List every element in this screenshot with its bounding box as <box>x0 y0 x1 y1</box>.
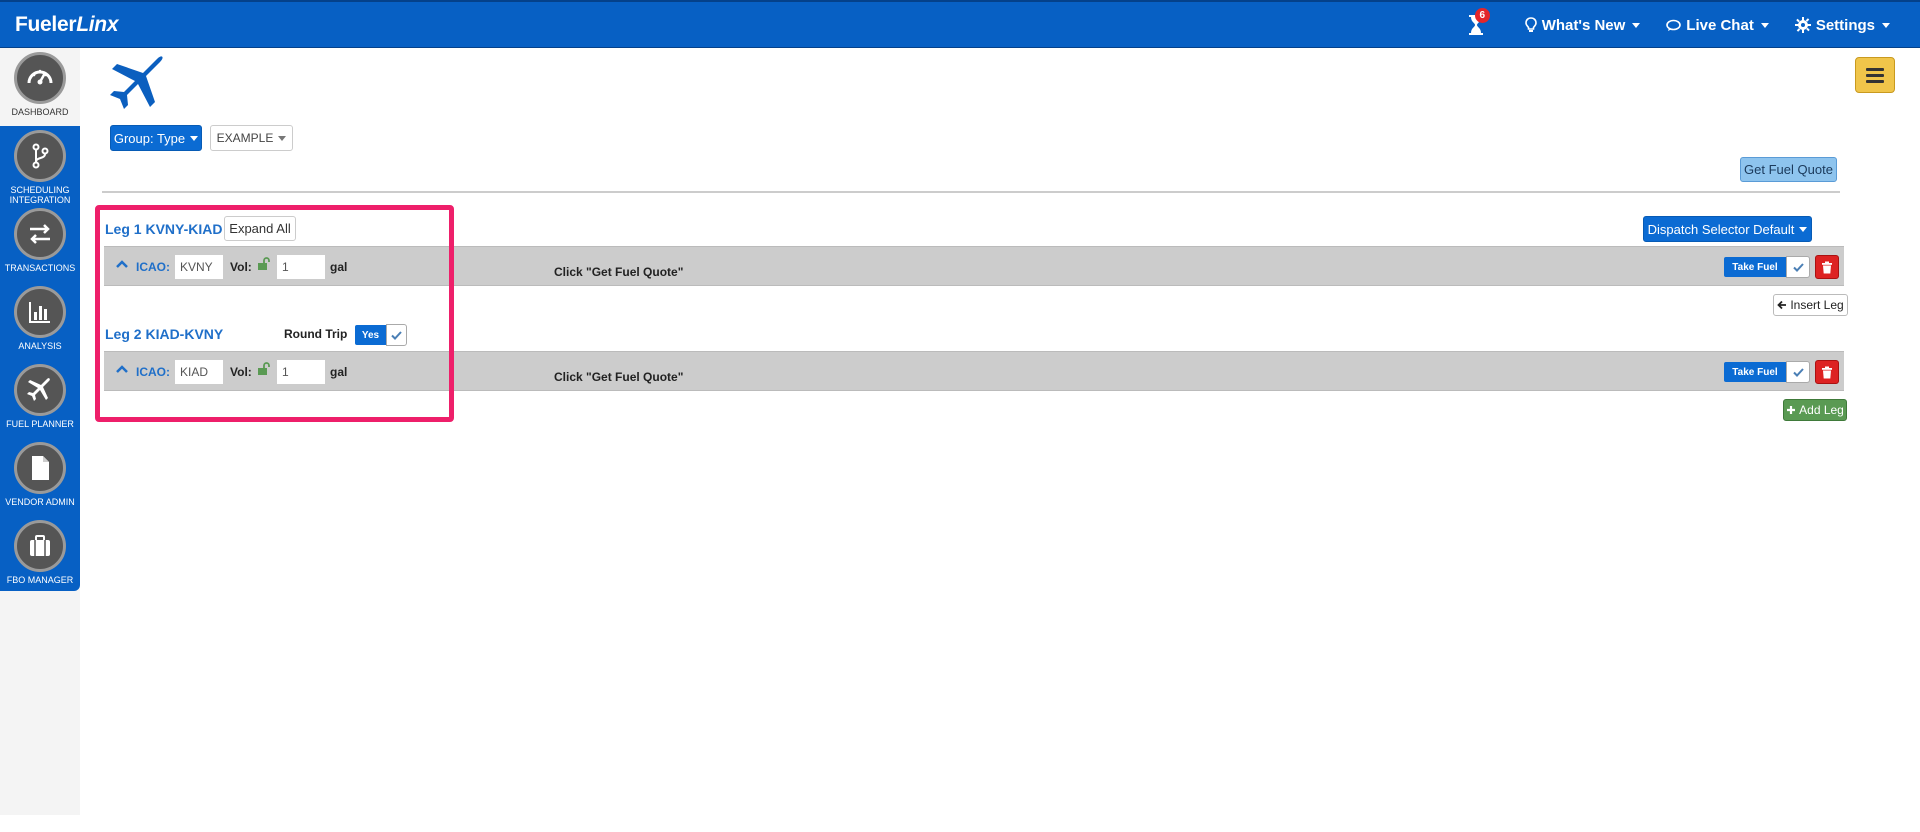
icao-input[interactable]: KVNY <box>174 254 224 280</box>
unit-label: gal <box>330 260 348 274</box>
sidebar-label-vendor-admin: VENDOR ADMIN <box>5 497 75 507</box>
fuel-quote-hint: Click "Get Fuel Quote" <box>554 265 684 279</box>
lightbulb-icon <box>1524 17 1537 32</box>
icao-label: ICAO: <box>136 365 170 379</box>
unlock-icon[interactable] <box>257 362 271 376</box>
chat-bubble-icon <box>1666 19 1682 31</box>
leg-2-row: ICAO: KIAD Vol: 1 gal Click "Get Fuel Qu… <box>104 351 1844 391</box>
sidebar-label-transactions: TRANSACTIONS <box>4 263 76 273</box>
round-trip-toggle[interactable]: Yes <box>355 324 407 346</box>
insert-leg-button[interactable]: Insert Leg <box>1773 294 1848 316</box>
gear-icon <box>1794 17 1811 33</box>
take-fuel-button[interactable]: Take Fuel <box>1724 257 1786 277</box>
document-icon <box>14 442 66 494</box>
check-icon <box>391 330 402 340</box>
unit-label: gal <box>330 365 348 379</box>
notifications-hourglass-icon[interactable]: 6 <box>1465 8 1490 37</box>
icao-label: ICAO: <box>136 260 170 274</box>
nav-right: 6 What's New Live Chat Settings <box>1465 2 1890 48</box>
notification-badge: 6 <box>1474 8 1490 23</box>
delete-leg-button[interactable] <box>1815 255 1839 279</box>
chevron-up-icon[interactable] <box>116 363 128 375</box>
round-trip-check <box>386 324 407 346</box>
fuel-quote-hint: Click "Get Fuel Quote" <box>554 370 684 384</box>
vol-label: Vol: <box>230 365 252 379</box>
get-fuel-quote-button[interactable]: Get Fuel Quote <box>1740 157 1837 182</box>
fuel-planner-plane-icon <box>105 52 167 114</box>
trash-icon <box>1822 366 1832 378</box>
group-type-label: Group: Type <box>113 130 186 146</box>
take-fuel-check[interactable] <box>1786 361 1810 383</box>
check-icon <box>1792 262 1804 272</box>
expand-all-label: Expand All <box>229 221 291 236</box>
sidebar-item-fuel-planner[interactable]: FUEL PLANNER <box>0 360 80 438</box>
live-chat-label: Live Chat <box>1686 16 1754 34</box>
swap-arrows-icon <box>14 208 66 260</box>
sidebar-label-fuel-planner: FUEL PLANNER <box>6 419 74 429</box>
vol-input[interactable]: 1 <box>276 254 326 280</box>
whats-new-label: What's New <box>1541 16 1626 34</box>
plus-icon <box>1787 406 1796 414</box>
top-navbar: FuelerLinx 6 What's New Live Chat Settin… <box>0 0 1920 48</box>
get-fuel-quote-label: Get Fuel Quote <box>1744 162 1833 177</box>
app-logo[interactable]: FuelerLinx <box>15 13 119 37</box>
example-select[interactable]: EXAMPLE <box>210 125 293 151</box>
take-fuel-button[interactable]: Take Fuel <box>1724 362 1786 382</box>
sidebar-item-scheduling-integration[interactable]: SCHEDULING INTEGRATION <box>0 126 80 205</box>
take-fuel-check[interactable] <box>1786 256 1810 278</box>
leg-2-title[interactable]: Leg 2 KIAD-KVNY <box>105 326 223 342</box>
sidebar-label-scheduling: SCHEDULING INTEGRATION <box>9 185 71 205</box>
chevron-up-icon[interactable] <box>116 258 128 270</box>
branch-icon <box>14 130 66 182</box>
sidebar-item-vendor-admin[interactable]: VENDOR ADMIN <box>0 438 80 516</box>
delete-leg-button[interactable] <box>1815 360 1839 384</box>
sidebar: DASHBOARD SCHEDULING INTEGRATION TRANSAC… <box>0 48 80 591</box>
round-trip-label: Round Trip <box>284 327 348 341</box>
add-leg-button[interactable]: Add Leg <box>1783 399 1847 421</box>
unlock-icon[interactable] <box>257 257 271 271</box>
round-trip-yes: Yes <box>355 325 386 345</box>
dispatch-selector-label: Dispatch Selector Default <box>1647 221 1795 237</box>
section-divider <box>102 191 1840 193</box>
trash-icon <box>1822 261 1832 273</box>
sidebar-label-analysis: ANALYSIS <box>18 341 62 351</box>
add-leg-label: Add Leg <box>1799 403 1844 417</box>
dispatch-selector-button[interactable]: Dispatch Selector Default <box>1643 216 1812 242</box>
vol-label: Vol: <box>230 260 252 274</box>
settings-menu[interactable]: Settings <box>1794 16 1890 34</box>
sidebar-item-dashboard[interactable]: DASHBOARD <box>0 48 80 126</box>
menu-toggle-button[interactable] <box>1855 57 1895 93</box>
live-chat-menu[interactable]: Live Chat <box>1666 17 1769 34</box>
sidebar-item-fbo-manager[interactable]: FBO MANAGER <box>0 516 80 594</box>
leg-1-row: ICAO: KVNY Vol: 1 gal Click "Get Fuel Qu… <box>104 246 1844 286</box>
plane-icon <box>14 364 66 416</box>
sidebar-label-dashboard: DASHBOARD <box>11 107 69 117</box>
leg-1-title[interactable]: Leg 1 KVNY-KIAD <box>105 221 222 237</box>
vol-input[interactable]: 1 <box>276 359 326 385</box>
arrow-left-icon <box>1777 300 1787 310</box>
bar-chart-icon <box>14 286 66 338</box>
sidebar-item-analysis[interactable]: ANALYSIS <box>0 282 80 360</box>
check-icon <box>1792 367 1804 377</box>
sidebar-item-transactions[interactable]: TRANSACTIONS <box>0 204 80 282</box>
whats-new-menu[interactable]: What's New <box>1524 16 1641 34</box>
example-select-label: EXAMPLE <box>216 131 274 145</box>
insert-leg-label: Insert Leg <box>1790 298 1844 312</box>
settings-label: Settings <box>1815 16 1875 34</box>
expand-all-button[interactable]: Expand All <box>224 216 296 241</box>
sidebar-label-fbo-manager: FBO MANAGER <box>6 575 74 585</box>
briefcase-icon <box>14 520 66 572</box>
group-type-button[interactable]: Group: Type <box>110 125 202 151</box>
dashboard-gauge-icon <box>14 52 66 104</box>
icao-input[interactable]: KIAD <box>174 359 224 385</box>
